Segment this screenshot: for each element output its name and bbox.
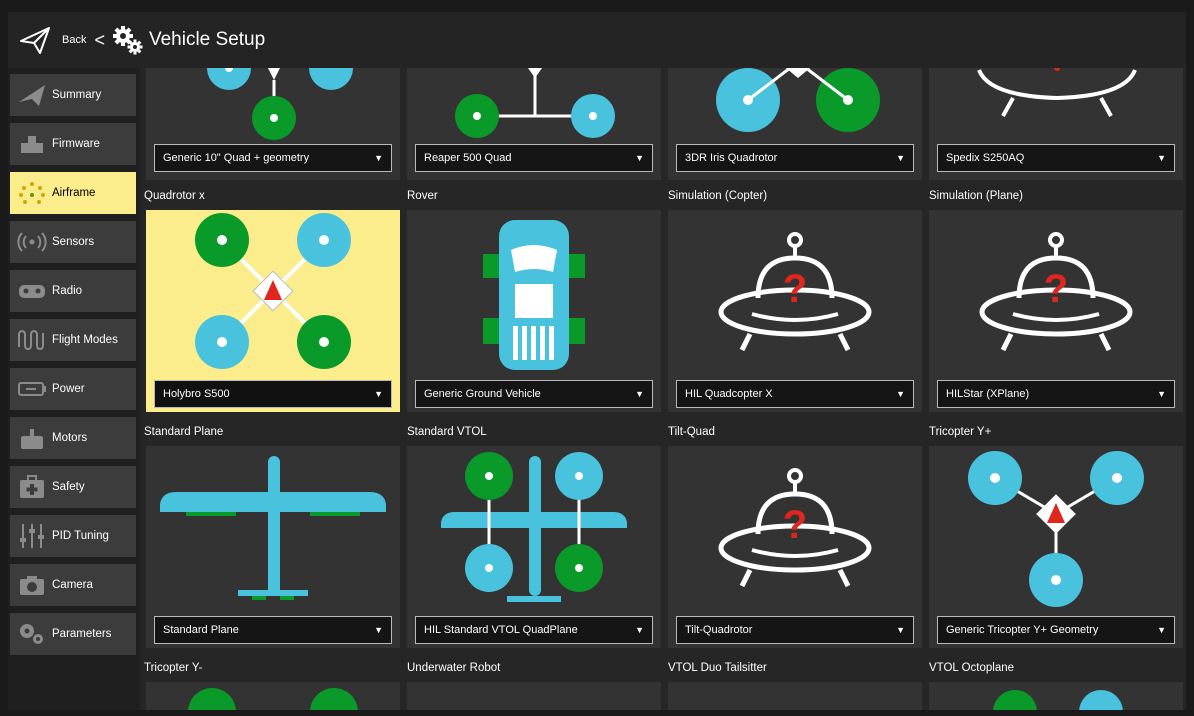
sidebar-item-summary[interactable]: Summary — [10, 74, 136, 116]
sidebar-item-parameters[interactable]: Parameters — [10, 613, 136, 655]
gamepad-icon — [19, 285, 45, 298]
sidebar-item-power[interactable]: Power — [10, 368, 136, 410]
airframe-select[interactable]: 3DR Iris Quadrotor ▼ — [676, 144, 914, 172]
airframe-group-heading: Standard Plane — [144, 426, 224, 438]
airframe-card[interactable] — [668, 682, 922, 710]
sidebar-item-camera[interactable]: Camera — [10, 564, 136, 606]
airframe-select[interactable]: Generic 10" Quad + geometry ▼ — [154, 144, 392, 172]
airframe-group-heading: Tricopter Y- — [144, 662, 203, 674]
chevron-down-icon: ▼ — [635, 625, 644, 635]
gears-icon — [112, 26, 143, 55]
sliders-icon — [20, 524, 44, 548]
airframe-select[interactable]: Generic Ground Vehicle ▼ — [415, 380, 653, 408]
airframe-card[interactable]: HIL Standard VTOL QuadPlane ▼ — [407, 446, 661, 648]
chevron-down-icon: ▼ — [896, 153, 905, 163]
airframe-card[interactable]: ? HILStar (XPlane) ▼ — [929, 210, 1183, 412]
airframe-card[interactable] — [146, 682, 400, 710]
airframe-select[interactable]: HIL Quadcopter X ▼ — [676, 380, 914, 408]
plane-icon — [19, 85, 45, 106]
sidebar-item-motors[interactable]: Motors — [10, 417, 136, 459]
app-window: Back < Vehicle Setup Summary Firmware Ai… — [0, 0, 1194, 716]
chevron-down-icon: ▼ — [1157, 153, 1166, 163]
airframe-select[interactable]: Standard Plane ▼ — [154, 616, 392, 644]
tricopter-y-minus-icon — [188, 688, 358, 710]
chevron-down-icon: ▼ — [635, 389, 644, 399]
sidebar-item-firmware[interactable]: Firmware — [10, 123, 136, 165]
chevron-down-icon: ▼ — [635, 153, 644, 163]
airframe-card[interactable]: Generic Ground Vehicle ▼ — [407, 210, 661, 412]
airframe-group-heading: Standard VTOL — [407, 426, 487, 438]
back-button[interactable]: Back — [62, 34, 86, 46]
airframe-group-heading: Simulation (Copter) — [668, 190, 768, 202]
airframe-dots-icon — [19, 182, 45, 204]
chevron-down-icon: ▼ — [1157, 625, 1166, 635]
back-arrow[interactable]: < — [94, 30, 105, 51]
airframe-group-heading: VTOL Duo Tailsitter — [668, 662, 767, 674]
sidebar: Summary Firmware Airframe Sensors Radio … — [8, 68, 140, 710]
airframe-card[interactable]: Spedix S250AQ ▼ — [929, 68, 1183, 180]
sidebar-item-safety[interactable]: Safety — [10, 466, 136, 508]
airframe-group-heading: Quadrotor x — [144, 190, 205, 202]
airframe-group-heading: Simulation (Plane) — [929, 190, 1023, 202]
airframe-select[interactable]: HIL Standard VTOL QuadPlane ▼ — [415, 616, 653, 644]
chevron-down-icon: ▼ — [374, 625, 383, 635]
airframe-group-heading: VTOL Octoplane — [929, 662, 1015, 674]
airframe-select[interactable]: Holybro S500 ▼ — [154, 380, 392, 408]
sidebar-item-airframe[interactable]: Airframe — [10, 172, 136, 214]
airframe-card[interactable]: Standard Plane ▼ — [146, 446, 400, 648]
airframe-card[interactable]: Generic 10" Quad + geometry ▼ — [146, 68, 400, 180]
airframe-card[interactable] — [929, 682, 1183, 710]
airframe-select[interactable]: Reaper 500 Quad ▼ — [415, 144, 653, 172]
airframe-select[interactable]: HILStar (XPlane) ▼ — [937, 380, 1175, 408]
airframe-group-heading: Tilt-Quad — [668, 426, 715, 438]
toolbar: Back < Vehicle Setup — [8, 12, 1186, 68]
airframe-card-selected[interactable]: Holybro S500 ▼ — [146, 210, 400, 412]
chevron-down-icon: ▼ — [896, 625, 905, 635]
airframe-grid: Generic 10" Quad + geometry ▼ Reaper 500 … — [140, 68, 1186, 710]
svg-text:?: ? — [783, 503, 807, 547]
gears-icon — [20, 624, 43, 644]
flight-modes-icon — [18, 329, 44, 351]
svg-text:?: ? — [1044, 267, 1068, 311]
sidebar-item-flight-modes[interactable]: Flight Modes — [10, 319, 136, 361]
chevron-down-icon: ▼ — [374, 389, 383, 399]
camera-icon — [20, 576, 44, 595]
octoplane-icon — [993, 690, 1123, 710]
chevron-down-icon: ▼ — [1157, 389, 1166, 399]
airframe-card[interactable] — [407, 682, 661, 710]
radio-waves-icon — [17, 232, 47, 252]
battery-icon — [18, 382, 46, 396]
airframe-card[interactable]: 3DR Iris Quadrotor ▼ — [668, 68, 922, 180]
airframe-card[interactable]: ? HIL Quadcopter X ▼ — [668, 210, 922, 412]
airframe-card[interactable]: Generic Tricopter Y+ Geometry ▼ — [929, 446, 1183, 648]
medkit-icon — [20, 475, 44, 498]
airframe-group-heading: Tricopter Y+ — [929, 426, 992, 438]
page-title: Vehicle Setup — [148, 29, 266, 50]
svg-text:?: ? — [783, 267, 807, 311]
chevron-down-icon: ▼ — [374, 153, 383, 163]
airframe-select[interactable]: Spedix S250AQ ▼ — [937, 144, 1175, 172]
chevron-down-icon: ▼ — [896, 389, 905, 399]
airframe-card[interactable]: ? Tilt-Quadrotor ▼ — [668, 446, 922, 648]
motor-icon — [21, 429, 43, 449]
sidebar-item-pid-tuning[interactable]: PID Tuning — [10, 515, 136, 557]
airframe-card[interactable]: Reaper 500 Quad ▼ — [407, 68, 661, 180]
sidebar-item-radio[interactable]: Radio — [10, 270, 136, 312]
airframe-group-heading: Underwater Robot — [407, 662, 501, 674]
airframe-select[interactable]: Tilt-Quadrotor ▼ — [676, 616, 914, 644]
chip-icon — [21, 136, 43, 153]
airframe-group-heading: Rover — [407, 190, 438, 202]
paper-plane-icon[interactable] — [18, 23, 52, 57]
sidebar-item-sensors[interactable]: Sensors — [10, 221, 136, 263]
airframe-select[interactable]: Generic Tricopter Y+ Geometry ▼ — [937, 616, 1175, 644]
